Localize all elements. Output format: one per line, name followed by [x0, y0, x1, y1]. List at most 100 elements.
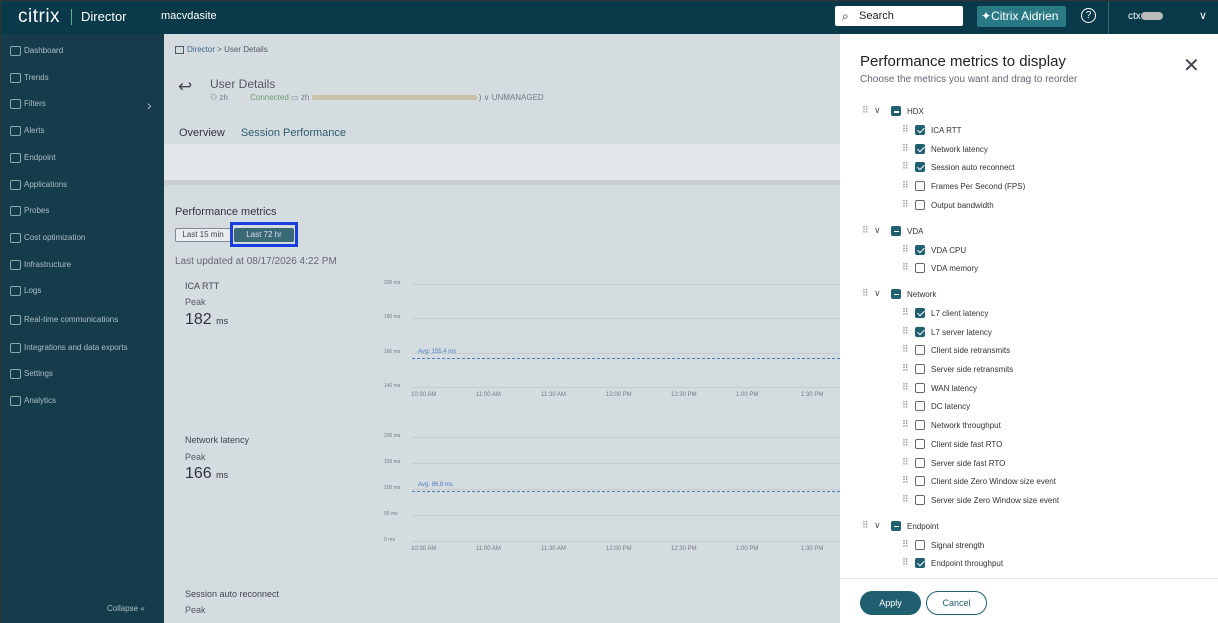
group-checkbox[interactable]: [891, 225, 901, 236]
sidebar-item-applications[interactable]: Applications: [10, 180, 67, 190]
user-icon: ⚇: [210, 93, 218, 102]
chevron-right-icon[interactable]: ›: [147, 97, 152, 113]
group-checkbox[interactable]: [891, 520, 901, 531]
drag-handle-icon[interactable]: ⠿: [902, 363, 909, 374]
drag-handle-icon[interactable]: ⠿: [902, 419, 909, 430]
metric-checkbox[interactable]: [915, 401, 925, 412]
x-tick-label: 11:30 AM: [541, 392, 566, 398]
metric-label: Client side fast RTO: [931, 439, 1003, 449]
metric-checkbox[interactable]: [915, 494, 925, 505]
sidebar-item-label: Trends: [24, 73, 49, 83]
group-label: VDA: [907, 226, 924, 236]
drag-handle-icon[interactable]: ⠿: [902, 475, 909, 486]
collapse-button[interactable]: Collapse «: [107, 604, 145, 613]
metric-checkbox[interactable]: [915, 558, 925, 569]
metric-checkbox[interactable]: [915, 457, 925, 468]
apply-button[interactable]: Apply: [860, 591, 921, 615]
drag-handle-icon[interactable]: ⠿: [902, 382, 909, 393]
drag-handle-icon[interactable]: ⠿: [902, 326, 909, 337]
metric-checkbox[interactable]: [915, 326, 925, 337]
sidebar-item-alerts[interactable]: Alerts: [10, 126, 44, 136]
chevron-down-icon[interactable]: ∨: [874, 288, 881, 299]
grid-line: [412, 489, 840, 490]
drag-handle-icon[interactable]: ⠿: [902, 262, 909, 273]
close-icon[interactable]: ✕: [1183, 56, 1200, 76]
metric-checkbox[interactable]: [915, 345, 925, 356]
drag-handle-icon[interactable]: ⠿: [902, 557, 909, 568]
user-menu[interactable]: ctx: [1128, 11, 1163, 22]
sidebar-item-trends[interactable]: Trends: [10, 73, 49, 83]
back-arrow-icon[interactable]: ↩: [178, 77, 192, 97]
sidebar-item-probes[interactable]: Probes: [10, 206, 49, 216]
drag-handle-icon[interactable]: ⠿: [902, 539, 909, 550]
metric-checkbox[interactable]: [915, 199, 925, 210]
search-box[interactable]: ⌕ Search: [835, 6, 963, 26]
help-icon[interactable]: ?: [1081, 8, 1096, 23]
metric-checkbox[interactable]: [915, 263, 925, 274]
drag-handle-icon[interactable]: ⠿: [862, 288, 869, 299]
chevron-down-icon[interactable]: ∨: [874, 520, 881, 531]
metric-label: Network throughput: [931, 421, 1001, 431]
sidebar-item-filters[interactable]: Filters: [10, 99, 46, 109]
drag-handle-icon[interactable]: ⠿: [902, 307, 909, 318]
drag-handle-icon[interactable]: ⠿: [902, 124, 909, 135]
cancel-button[interactable]: Cancel: [926, 591, 987, 615]
metric-checkbox[interactable]: [915, 539, 925, 550]
citrix-logo: citrix: [18, 6, 61, 27]
sidebar-item-dashboard[interactable]: Dashboard: [10, 46, 63, 56]
metric-item: ⠿ Server side retransmits: [840, 363, 1218, 377]
metric-checkbox[interactable]: [915, 364, 925, 374]
chevron-down-icon[interactable]: ∨: [1199, 9, 1207, 22]
drag-handle-icon[interactable]: ⠿: [902, 244, 909, 255]
user-name-redacted: [1140, 12, 1163, 21]
sidebar-item-endpoint[interactable]: Endpoint: [10, 153, 56, 163]
drag-handle-icon[interactable]: ⠿: [902, 180, 909, 191]
drag-handle-icon[interactable]: ⠿: [862, 105, 869, 116]
sidebar-item-logs[interactable]: Logs: [10, 286, 41, 296]
drag-handle-icon[interactable]: ⠿: [862, 520, 869, 531]
metric-item: ⠿ Client side fast RTO: [840, 438, 1218, 452]
sidebar: Dashboard Trends Filters Alerts Endpoint Appl…: [1, 34, 164, 623]
metric-checkbox[interactable]: [915, 382, 925, 393]
metric-checkbox[interactable]: [915, 244, 925, 255]
user-short: zh: [219, 93, 228, 102]
breadcrumb-root[interactable]: Director: [187, 45, 215, 54]
sidebar-item-analytics[interactable]: Analytics: [10, 396, 56, 406]
group-checkbox[interactable]: [891, 288, 901, 299]
drag-handle-icon[interactable]: ⠿: [902, 400, 909, 411]
sidebar-item-infrastructure[interactable]: Infrastructure: [10, 260, 71, 270]
sidebar-item-settings[interactable]: Settings: [10, 369, 53, 379]
metric-checkbox[interactable]: [915, 476, 925, 487]
drag-handle-icon[interactable]: ⠿: [902, 161, 909, 172]
sidebar-item-cost-optimization[interactable]: Cost optimization: [10, 233, 85, 243]
metric-checkbox[interactable]: [915, 143, 925, 154]
range-15-min-button[interactable]: Last 15 min: [175, 228, 231, 242]
metric-checkbox[interactable]: [915, 125, 925, 135]
drag-handle-icon[interactable]: ⠿: [902, 457, 909, 468]
aidrien-button[interactable]: ✦Citrix Aidrien: [977, 6, 1066, 27]
tab-overview[interactable]: Overview: [179, 127, 225, 139]
metric-item: ⠿ L7 server latency: [840, 326, 1218, 340]
drag-handle-icon[interactable]: ⠿: [902, 199, 909, 210]
metric-checkbox[interactable]: [915, 420, 925, 431]
average-line: [412, 491, 840, 492]
chevron-down-icon[interactable]: ∨: [874, 105, 881, 116]
drag-handle-icon[interactable]: ⠿: [902, 344, 909, 355]
drag-handle-icon[interactable]: ⠿: [902, 494, 909, 505]
sidebar-item-real-time-communications[interactable]: Real-time communications: [10, 315, 118, 325]
metric-checkbox[interactable]: [915, 438, 925, 449]
metric-label: ICA RTT: [931, 126, 962, 135]
metric-checkbox[interactable]: [915, 162, 925, 173]
drag-handle-icon[interactable]: ⠿: [902, 143, 909, 154]
chevron-down-icon[interactable]: ∨: [874, 225, 881, 236]
metric-checkbox[interactable]: [915, 307, 925, 318]
integrations-and-data-exports-icon: [10, 343, 21, 353]
group-checkbox[interactable]: [891, 106, 901, 116]
site-name[interactable]: macvdasite: [161, 10, 217, 22]
drag-handle-icon[interactable]: ⠿: [902, 438, 909, 449]
sidebar-toggle-icon[interactable]: [175, 45, 184, 54]
sidebar-item-integrations-and-data-exports[interactable]: Integrations and data exports: [10, 343, 128, 353]
metric-label: L7 client latency: [931, 308, 989, 318]
metric-checkbox[interactable]: [915, 181, 925, 192]
drag-handle-icon[interactable]: ⠿: [862, 225, 869, 236]
